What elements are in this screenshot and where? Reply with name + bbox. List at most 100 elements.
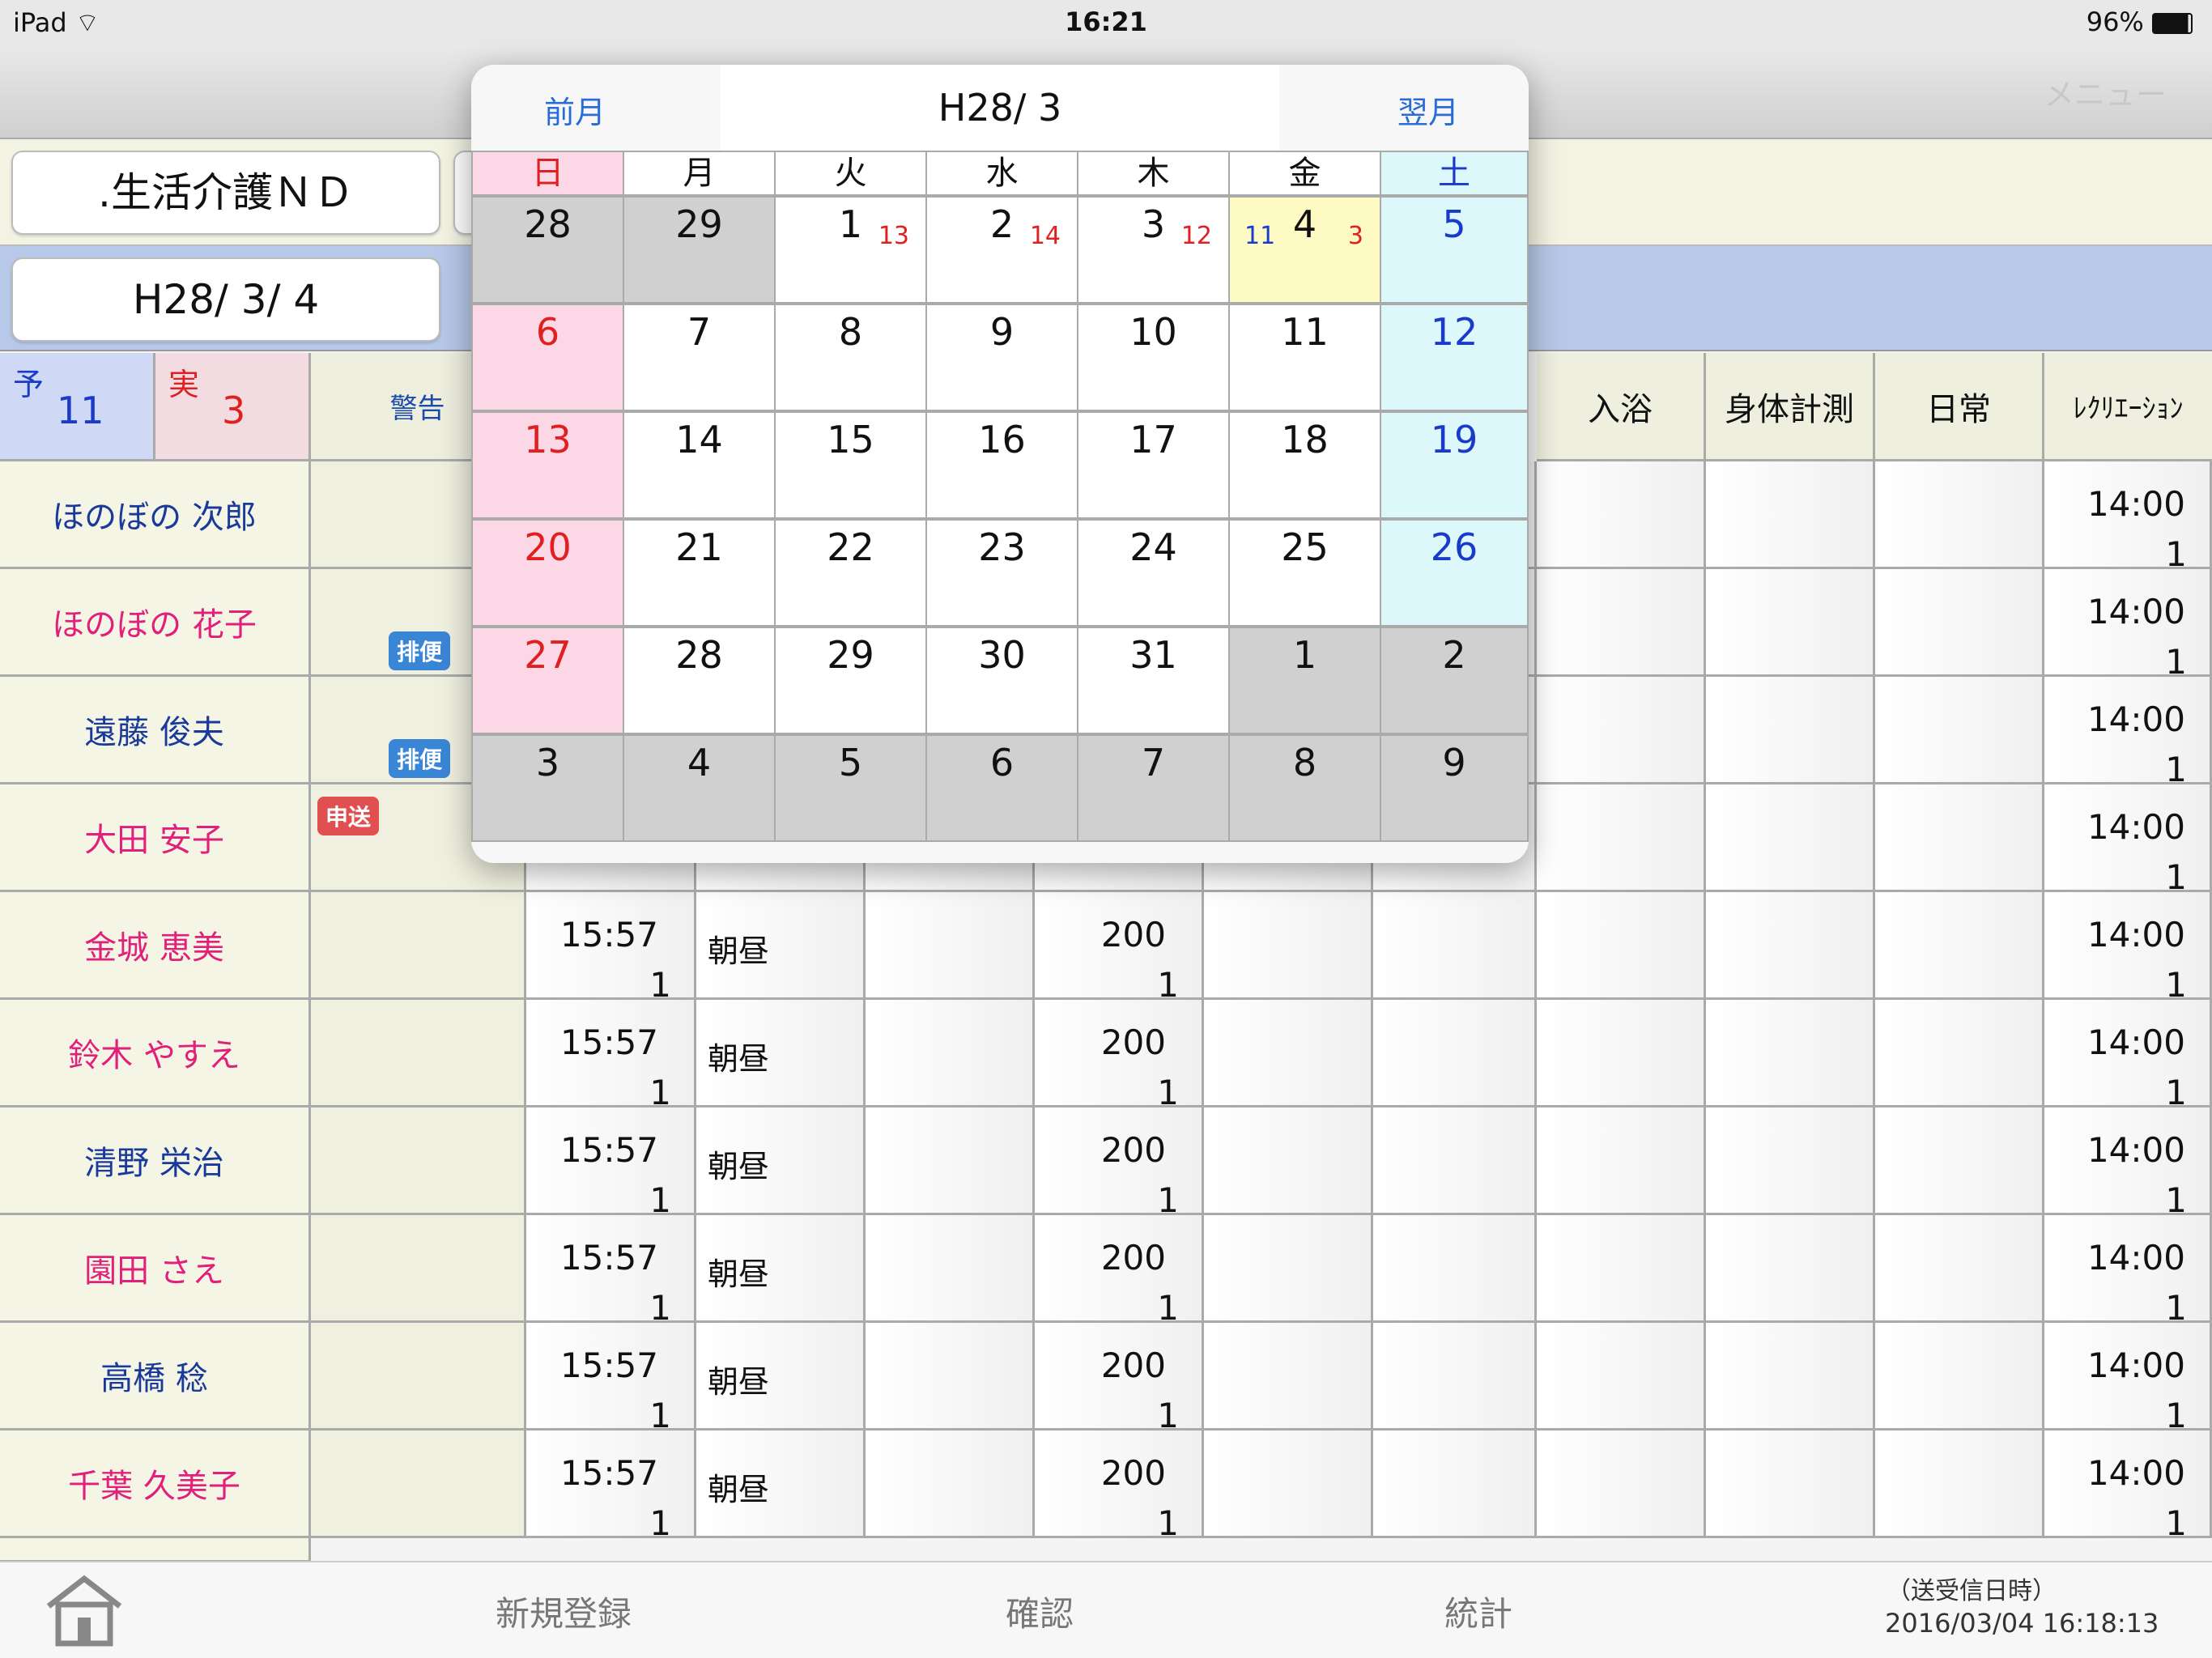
record-cell[interactable]: 14:00 1 <box>2044 677 2212 789</box>
moushiokuri-badge[interactable]: 申送 <box>317 797 380 835</box>
record-cell[interactable]: 朝昼 <box>696 1107 866 1215</box>
record-cell[interactable] <box>1537 1323 1706 1431</box>
person-name[interactable]: 千葉 久美子 <box>0 1431 311 1538</box>
record-cell[interactable]: 15:57 1 <box>526 1323 696 1435</box>
record-cell[interactable] <box>1875 1215 2044 1323</box>
record-cell[interactable] <box>1537 1000 1706 1107</box>
calendar-day[interactable]: 3 12 <box>1077 196 1230 304</box>
record-cell[interactable] <box>1373 1215 1537 1323</box>
record-cell[interactable] <box>1537 1215 1706 1323</box>
calendar-day[interactable]: 4 11 3 <box>1228 196 1381 304</box>
record-cell[interactable] <box>866 1107 1035 1215</box>
calendar-day[interactable]: 26 <box>1380 519 1529 627</box>
record-cell[interactable]: 14:00 1 <box>2044 569 2212 682</box>
person-name[interactable]: 高橋 稔 <box>0 1323 311 1431</box>
record-cell[interactable] <box>1875 569 2044 677</box>
record-cell[interactable] <box>1373 1431 1537 1538</box>
calendar-day[interactable]: 19 <box>1380 411 1529 519</box>
record-cell[interactable]: 15:57 1 <box>526 1215 696 1328</box>
calendar-day[interactable]: 11 <box>1228 304 1381 411</box>
calendar-day[interactable]: 2 14 <box>925 196 1078 304</box>
record-cell[interactable]: 14:00 1 <box>2044 1000 2212 1112</box>
record-cell[interactable] <box>1373 892 1537 1000</box>
record-cell[interactable]: 200 1 <box>1035 1431 1204 1543</box>
home-icon[interactable] <box>42 1574 126 1648</box>
tab-confirm[interactable]: 確認 <box>1006 1587 1074 1636</box>
record-cell[interactable]: 200 1 <box>1035 1000 1204 1112</box>
record-cell[interactable] <box>1875 1000 2044 1107</box>
record-cell[interactable] <box>1875 784 2044 892</box>
calendar-day[interactable]: 29 <box>774 627 927 734</box>
calendar-day[interactable]: 30 <box>925 627 1078 734</box>
calendar-day[interactable]: 6 <box>925 734 1078 842</box>
calendar-day[interactable]: 15 <box>774 411 927 519</box>
record-cell[interactable] <box>1537 1107 1706 1215</box>
calendar-day[interactable]: 7 <box>1077 734 1230 842</box>
calendar-day[interactable]: 31 <box>1077 627 1230 734</box>
record-cell[interactable] <box>1537 892 1706 1000</box>
record-cell[interactable]: 朝昼 <box>696 1431 866 1538</box>
calendar-day[interactable]: 1 <box>1228 627 1381 734</box>
record-cell[interactable] <box>1204 892 1373 1000</box>
record-cell[interactable] <box>1204 1000 1373 1107</box>
record-cell[interactable] <box>1706 784 1875 892</box>
record-cell[interactable] <box>1204 1215 1373 1323</box>
record-cell[interactable]: 14:00 1 <box>2044 1215 2212 1328</box>
record-cell[interactable] <box>866 1215 1035 1323</box>
tab-stats[interactable]: 統計 <box>1444 1587 1512 1636</box>
haiben-badge[interactable]: 排便 <box>389 739 451 778</box>
calendar-day[interactable]: 13 <box>471 411 624 519</box>
record-cell[interactable]: 14:00 1 <box>2044 461 2212 574</box>
record-cell[interactable] <box>1537 1431 1706 1538</box>
warning-cell[interactable] <box>311 1107 526 1215</box>
calendar-day[interactable]: 18 <box>1228 411 1381 519</box>
calendar-day[interactable]: 21 <box>623 519 776 627</box>
calendar-day[interactable]: 28 <box>471 196 624 304</box>
record-cell[interactable]: 朝昼 <box>696 1215 866 1323</box>
record-cell[interactable]: 14:00 1 <box>2044 784 2212 897</box>
record-cell[interactable]: 14:00 1 <box>2044 1431 2212 1543</box>
calendar-day[interactable]: 9 <box>1380 734 1529 842</box>
calendar-day[interactable]: 3 <box>471 734 624 842</box>
record-cell[interactable] <box>1204 1431 1373 1538</box>
warning-cell[interactable] <box>311 1323 526 1431</box>
record-cell[interactable]: 200 1 <box>1035 892 1204 1005</box>
person-name[interactable]: 大田 安子 <box>0 784 311 892</box>
calendar-day[interactable]: 17 <box>1077 411 1230 519</box>
person-name[interactable]: 清野 栄治 <box>0 1107 311 1215</box>
next-month-button[interactable]: 翌月 <box>1397 87 1459 132</box>
record-cell[interactable] <box>1706 892 1875 1000</box>
calendar-day[interactable]: 16 <box>925 411 1078 519</box>
record-cell[interactable]: 14:00 1 <box>2044 892 2212 1005</box>
record-cell[interactable] <box>866 892 1035 1000</box>
header-recreation[interactable]: ﾚｸﾘｴｰｼｮﾝ <box>2044 353 2212 461</box>
prev-month-button[interactable]: 前月 <box>544 87 606 132</box>
warning-cell[interactable] <box>311 1000 526 1107</box>
calendar-day[interactable]: 7 <box>623 304 776 411</box>
calendar-day[interactable]: 22 <box>774 519 927 627</box>
header-bath[interactable]: 入浴 <box>1537 353 1706 461</box>
record-cell[interactable]: 朝昼 <box>696 892 866 1000</box>
record-cell[interactable]: 200 1 <box>1035 1323 1204 1435</box>
record-cell[interactable] <box>866 1323 1035 1431</box>
calendar-day[interactable]: 25 <box>1228 519 1381 627</box>
record-cell[interactable] <box>1537 569 1706 677</box>
record-cell[interactable] <box>1537 461 1706 569</box>
record-cell[interactable] <box>1706 461 1875 569</box>
person-name[interactable]: 遠藤 俊夫 <box>0 677 311 784</box>
calendar-day[interactable]: 8 <box>1228 734 1381 842</box>
calendar-day[interactable]: 24 <box>1077 519 1230 627</box>
calendar-day[interactable]: 20 <box>471 519 624 627</box>
record-cell[interactable]: 15:57 1 <box>526 1000 696 1112</box>
record-cell[interactable] <box>1875 461 2044 569</box>
record-cell[interactable] <box>1706 569 1875 677</box>
record-cell[interactable] <box>1875 892 2044 1000</box>
record-cell[interactable] <box>1373 1000 1537 1107</box>
record-cell[interactable]: 15:57 1 <box>526 1107 696 1220</box>
record-cell[interactable]: 15:57 1 <box>526 1431 696 1543</box>
record-cell[interactable] <box>1706 1107 1875 1215</box>
calendar-day[interactable]: 2 <box>1380 627 1529 734</box>
record-cell[interactable] <box>1537 677 1706 784</box>
calendar-day[interactable]: 8 <box>774 304 927 411</box>
calendar-day[interactable]: 10 <box>1077 304 1230 411</box>
